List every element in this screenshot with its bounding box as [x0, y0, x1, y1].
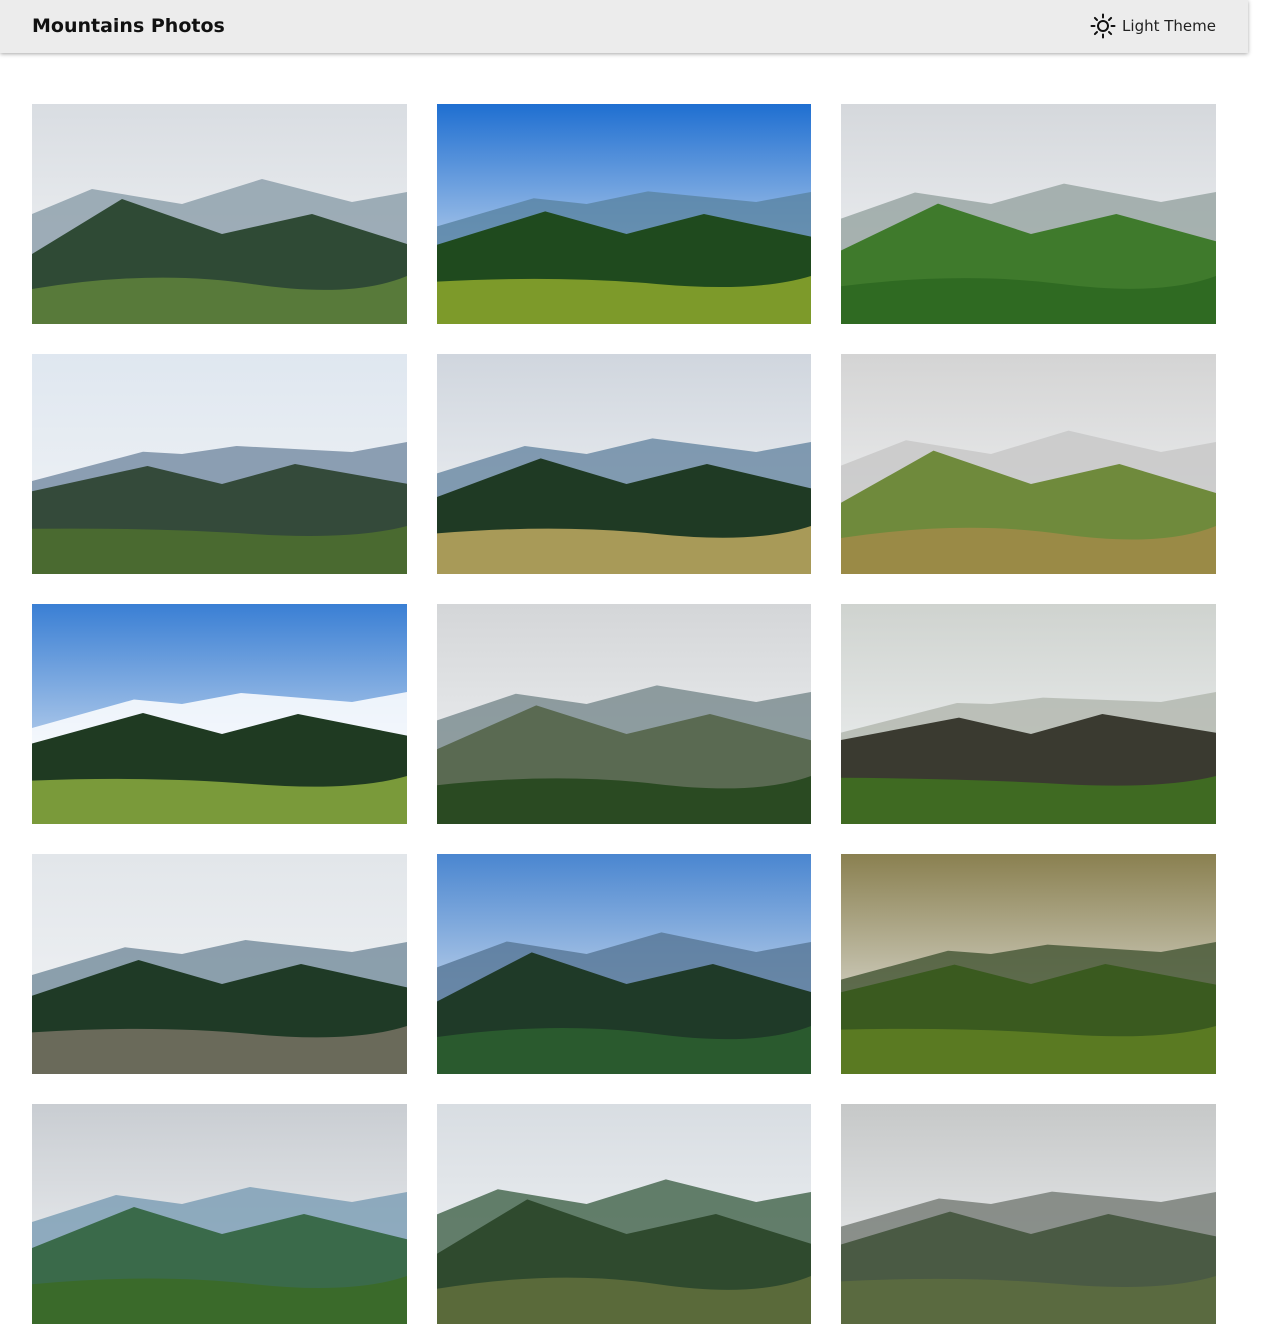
photo-tile[interactable]: [437, 854, 811, 1074]
photo-tile[interactable]: [841, 604, 1216, 824]
photo-tile[interactable]: [841, 1104, 1216, 1324]
app-header: Mountains Photos Light Theme: [0, 0, 1248, 53]
photo-tile[interactable]: [841, 104, 1216, 324]
photo-tile[interactable]: [32, 104, 407, 324]
mountain-photo-image: [841, 354, 1216, 574]
mountain-photo-image: [437, 604, 811, 824]
photo-tile[interactable]: [32, 604, 407, 824]
photo-tile[interactable]: [437, 104, 811, 324]
mountain-photo-image: [32, 604, 407, 824]
photo-tile[interactable]: [32, 854, 407, 1074]
page-title: Mountains Photos: [32, 15, 225, 37]
photo-tile[interactable]: [437, 354, 811, 574]
photo-gallery: [32, 104, 1216, 1324]
photo-tile[interactable]: [32, 1104, 407, 1324]
mountain-photo-image: [32, 354, 407, 574]
photo-tile[interactable]: [437, 1104, 811, 1324]
photo-tile[interactable]: [437, 604, 811, 824]
mountain-photo-image: [841, 1104, 1216, 1324]
mountain-photo-image: [32, 854, 407, 1074]
photo-tile[interactable]: [32, 354, 407, 574]
mountain-photo-image: [437, 1104, 811, 1324]
mountain-photo-image: [841, 104, 1216, 324]
theme-toggle-button[interactable]: Light Theme: [1090, 12, 1216, 40]
mountain-photo-image: [437, 854, 811, 1074]
mountain-photo-image: [32, 1104, 407, 1324]
mountain-photo-image: [841, 854, 1216, 1074]
theme-toggle-label: Light Theme: [1122, 17, 1216, 35]
photo-tile[interactable]: [841, 354, 1216, 574]
mountain-photo-image: [32, 104, 407, 324]
sun-icon: [1090, 13, 1116, 39]
photo-tile[interactable]: [841, 854, 1216, 1074]
mountain-photo-image: [841, 604, 1216, 824]
mountain-photo-image: [437, 354, 811, 574]
mountain-photo-image: [437, 104, 811, 324]
